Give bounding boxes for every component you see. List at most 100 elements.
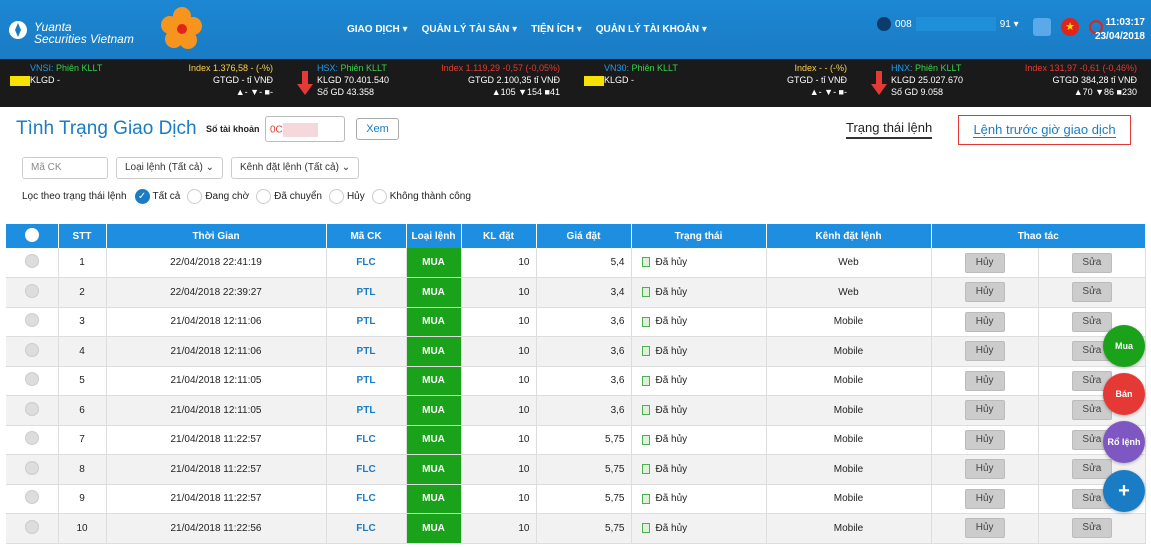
cell-status: Đã hủy bbox=[631, 277, 767, 308]
menu-utilities[interactable]: TIỆN ÍCH ▾ bbox=[531, 24, 582, 35]
ticker-sogd: Số GD 9.058 bbox=[891, 87, 944, 97]
row-select bbox=[6, 425, 59, 455]
cancel-button[interactable]: Hủy bbox=[964, 459, 1005, 480]
row-select-radio[interactable] bbox=[24, 342, 39, 357]
cell-code: FLC bbox=[326, 484, 407, 514]
table-row[interactable]: 10 21/04/2018 11:22:56 FLC MUA 10 5,75 Đã hủy M… bbox=[6, 513, 1147, 544]
cell-code: PTL bbox=[326, 307, 407, 337]
cell-time: 21/04/2018 12:11:05 bbox=[106, 395, 327, 426]
user-icon bbox=[877, 17, 891, 31]
table-row[interactable]: 3 21/04/2018 12:11:06 PTL MUA 10 3,6 Đã hủy Mob… bbox=[6, 307, 1147, 337]
sell-fab-button[interactable]: Bán bbox=[1103, 373, 1145, 415]
brand-logo[interactable]: Yuanta Securities Vietnam bbox=[8, 7, 202, 50]
status-doc-icon bbox=[641, 375, 650, 386]
table-row[interactable]: 5 21/04/2018 12:11:05 PTL MUA 10 3,6 Đã hủy Mob… bbox=[6, 366, 1147, 396]
cancel-button[interactable]: Hủy bbox=[964, 518, 1005, 539]
table-row[interactable]: 1 22/04/2018 22:41:19 FLC MUA 10 5,4 Đã hủy Web… bbox=[6, 248, 1147, 278]
add-fab-button[interactable]: + bbox=[1103, 470, 1145, 512]
status-text: Đã hủy bbox=[655, 257, 688, 268]
buy-fab-button[interactable]: Mua bbox=[1103, 325, 1145, 367]
cancel-button[interactable]: Hủy bbox=[964, 311, 1005, 332]
radio-circle bbox=[371, 189, 387, 204]
vietnam-flag-icon[interactable]: ★ bbox=[1061, 18, 1079, 36]
row-select-radio[interactable] bbox=[24, 254, 39, 268]
row-select-radio[interactable] bbox=[24, 431, 39, 446]
ticker-klgd: KLGD 25.027.670 bbox=[891, 75, 964, 85]
cell-time: 21/04/2018 12:11:06 bbox=[106, 336, 327, 367]
menu-trading[interactable]: GIAO DỊCH ▾ bbox=[347, 24, 408, 35]
page-title: Tình Trạng Giao Dịch bbox=[16, 118, 197, 139]
user-id-suffix: 91 ▾ bbox=[999, 18, 1019, 30]
select-all-radio[interactable] bbox=[24, 227, 39, 242]
row-select-radio[interactable] bbox=[24, 313, 39, 328]
cell-edit: Sửa bbox=[1038, 277, 1147, 308]
edit-button[interactable]: Sửa bbox=[1071, 459, 1112, 480]
cell-cancel: Hủy bbox=[931, 425, 1039, 455]
brand-name-line2: Securities Vietnam bbox=[34, 32, 134, 46]
cancel-button[interactable]: Hủy bbox=[964, 429, 1005, 450]
user-id-masked bbox=[915, 17, 996, 31]
header-icons: ★ bbox=[1033, 18, 1103, 36]
row-select-radio[interactable] bbox=[24, 519, 39, 534]
stock-code-input[interactable]: Mã CK bbox=[22, 157, 108, 179]
cancel-button[interactable]: Hủy bbox=[964, 252, 1005, 273]
row-select-radio[interactable] bbox=[24, 372, 39, 387]
table-row[interactable]: 2 22/04/2018 22:39:27 PTL MUA 10 3,4 Đã hủy Web… bbox=[6, 277, 1147, 308]
basket-fab-button[interactable]: Rổ lệnh bbox=[1103, 421, 1145, 463]
channel-select[interactable]: Kênh đặt lệnh (Tất cả) ⌄ bbox=[231, 157, 360, 179]
menu-account[interactable]: QUẢN LÝ TÀI KHOẢN ▾ bbox=[596, 24, 707, 35]
cell-channel: Mobile bbox=[766, 336, 932, 367]
table-row[interactable]: 4 21/04/2018 12:11:06 PTL MUA 10 3,6 Đã hủy Mob… bbox=[6, 336, 1147, 367]
cancel-button[interactable]: Hủy bbox=[964, 282, 1005, 303]
menu-assets[interactable]: QUẢN LÝ TÀI SẢN ▾ bbox=[422, 24, 518, 35]
user-account-menu[interactable]: 008 91 ▾ bbox=[877, 17, 1019, 31]
order-type-select[interactable]: Loại lệnh (Tất cả) ⌄ bbox=[116, 157, 223, 179]
edit-button[interactable]: Sửa bbox=[1071, 282, 1112, 303]
cell-price: 3,6 bbox=[536, 366, 632, 396]
cell-type: MUA bbox=[406, 248, 462, 278]
cell-channel: Mobile bbox=[766, 454, 932, 485]
table-row[interactable]: 7 21/04/2018 11:22:57 FLC MUA 10 5,75 Đã hủy Mo… bbox=[6, 425, 1147, 455]
radio-all[interactable]: ✓ Tất cả bbox=[134, 189, 181, 204]
cell-qty: 10 bbox=[461, 454, 537, 485]
cell-stt: 7 bbox=[58, 425, 107, 455]
cancel-button[interactable]: Hủy bbox=[964, 341, 1005, 362]
edit-button[interactable]: Sửa bbox=[1071, 518, 1112, 539]
cancel-button[interactable]: Hủy bbox=[964, 370, 1005, 391]
cell-time: 21/04/2018 11:22:57 bbox=[106, 425, 327, 455]
cell-qty: 10 bbox=[461, 248, 537, 278]
col-code: Mã CK bbox=[326, 224, 407, 248]
cell-stt: 5 bbox=[58, 366, 107, 396]
row-select-radio[interactable] bbox=[24, 401, 39, 416]
cancel-button[interactable]: Hủy bbox=[964, 488, 1005, 509]
radio-sent[interactable]: Đã chuyển bbox=[256, 189, 322, 204]
tab-order-status[interactable]: Trạng thái lệnh bbox=[846, 120, 933, 139]
screen-icon[interactable] bbox=[1033, 18, 1051, 36]
radio-pending[interactable]: Đang chờ bbox=[187, 189, 249, 204]
radio-cancelled[interactable]: Hủy bbox=[328, 189, 365, 204]
status-doc-icon bbox=[641, 523, 650, 534]
account-input[interactable]: 0C bbox=[265, 116, 345, 142]
cell-time: 21/04/2018 12:11:05 bbox=[106, 366, 327, 396]
cell-type: MUA bbox=[406, 366, 462, 396]
select-all-header[interactable] bbox=[6, 224, 59, 248]
ticker-klgd: KLGD - bbox=[604, 75, 635, 85]
col-price: Giá đặt bbox=[536, 224, 632, 248]
row-select-radio[interactable] bbox=[24, 460, 39, 475]
radio-failed[interactable]: Không thành công bbox=[371, 189, 471, 204]
table-row[interactable]: 9 21/04/2018 11:22:57 FLC MUA 10 5,75 Đã hủy Mo… bbox=[6, 484, 1147, 514]
edit-button[interactable]: Sửa bbox=[1071, 252, 1112, 273]
edit-button[interactable]: Sửa bbox=[1071, 311, 1112, 332]
table-row[interactable]: 6 21/04/2018 12:11:05 PTL MUA 10 3,6 Đã hủy Mob… bbox=[6, 395, 1147, 426]
radio-label: Tất cả bbox=[152, 191, 181, 202]
top-navbar: Yuanta Securities Vietnam GIAO DỊCH ▾ QU… bbox=[0, 0, 1151, 59]
row-select-radio[interactable] bbox=[24, 490, 39, 505]
cell-channel: Mobile bbox=[766, 307, 932, 337]
table-row[interactable]: 8 21/04/2018 11:22:57 FLC MUA 10 5,75 Đã hủy Mo… bbox=[6, 454, 1147, 485]
cell-status: Đã hủy bbox=[631, 395, 767, 426]
row-select-radio[interactable] bbox=[24, 283, 39, 298]
tab-preorder[interactable]: Lệnh trước giờ giao dịch bbox=[958, 115, 1131, 145]
view-button[interactable]: Xem bbox=[356, 118, 399, 140]
clock: 11:03:17 23/04/2018 bbox=[1095, 16, 1145, 44]
cancel-button[interactable]: Hủy bbox=[964, 400, 1005, 421]
